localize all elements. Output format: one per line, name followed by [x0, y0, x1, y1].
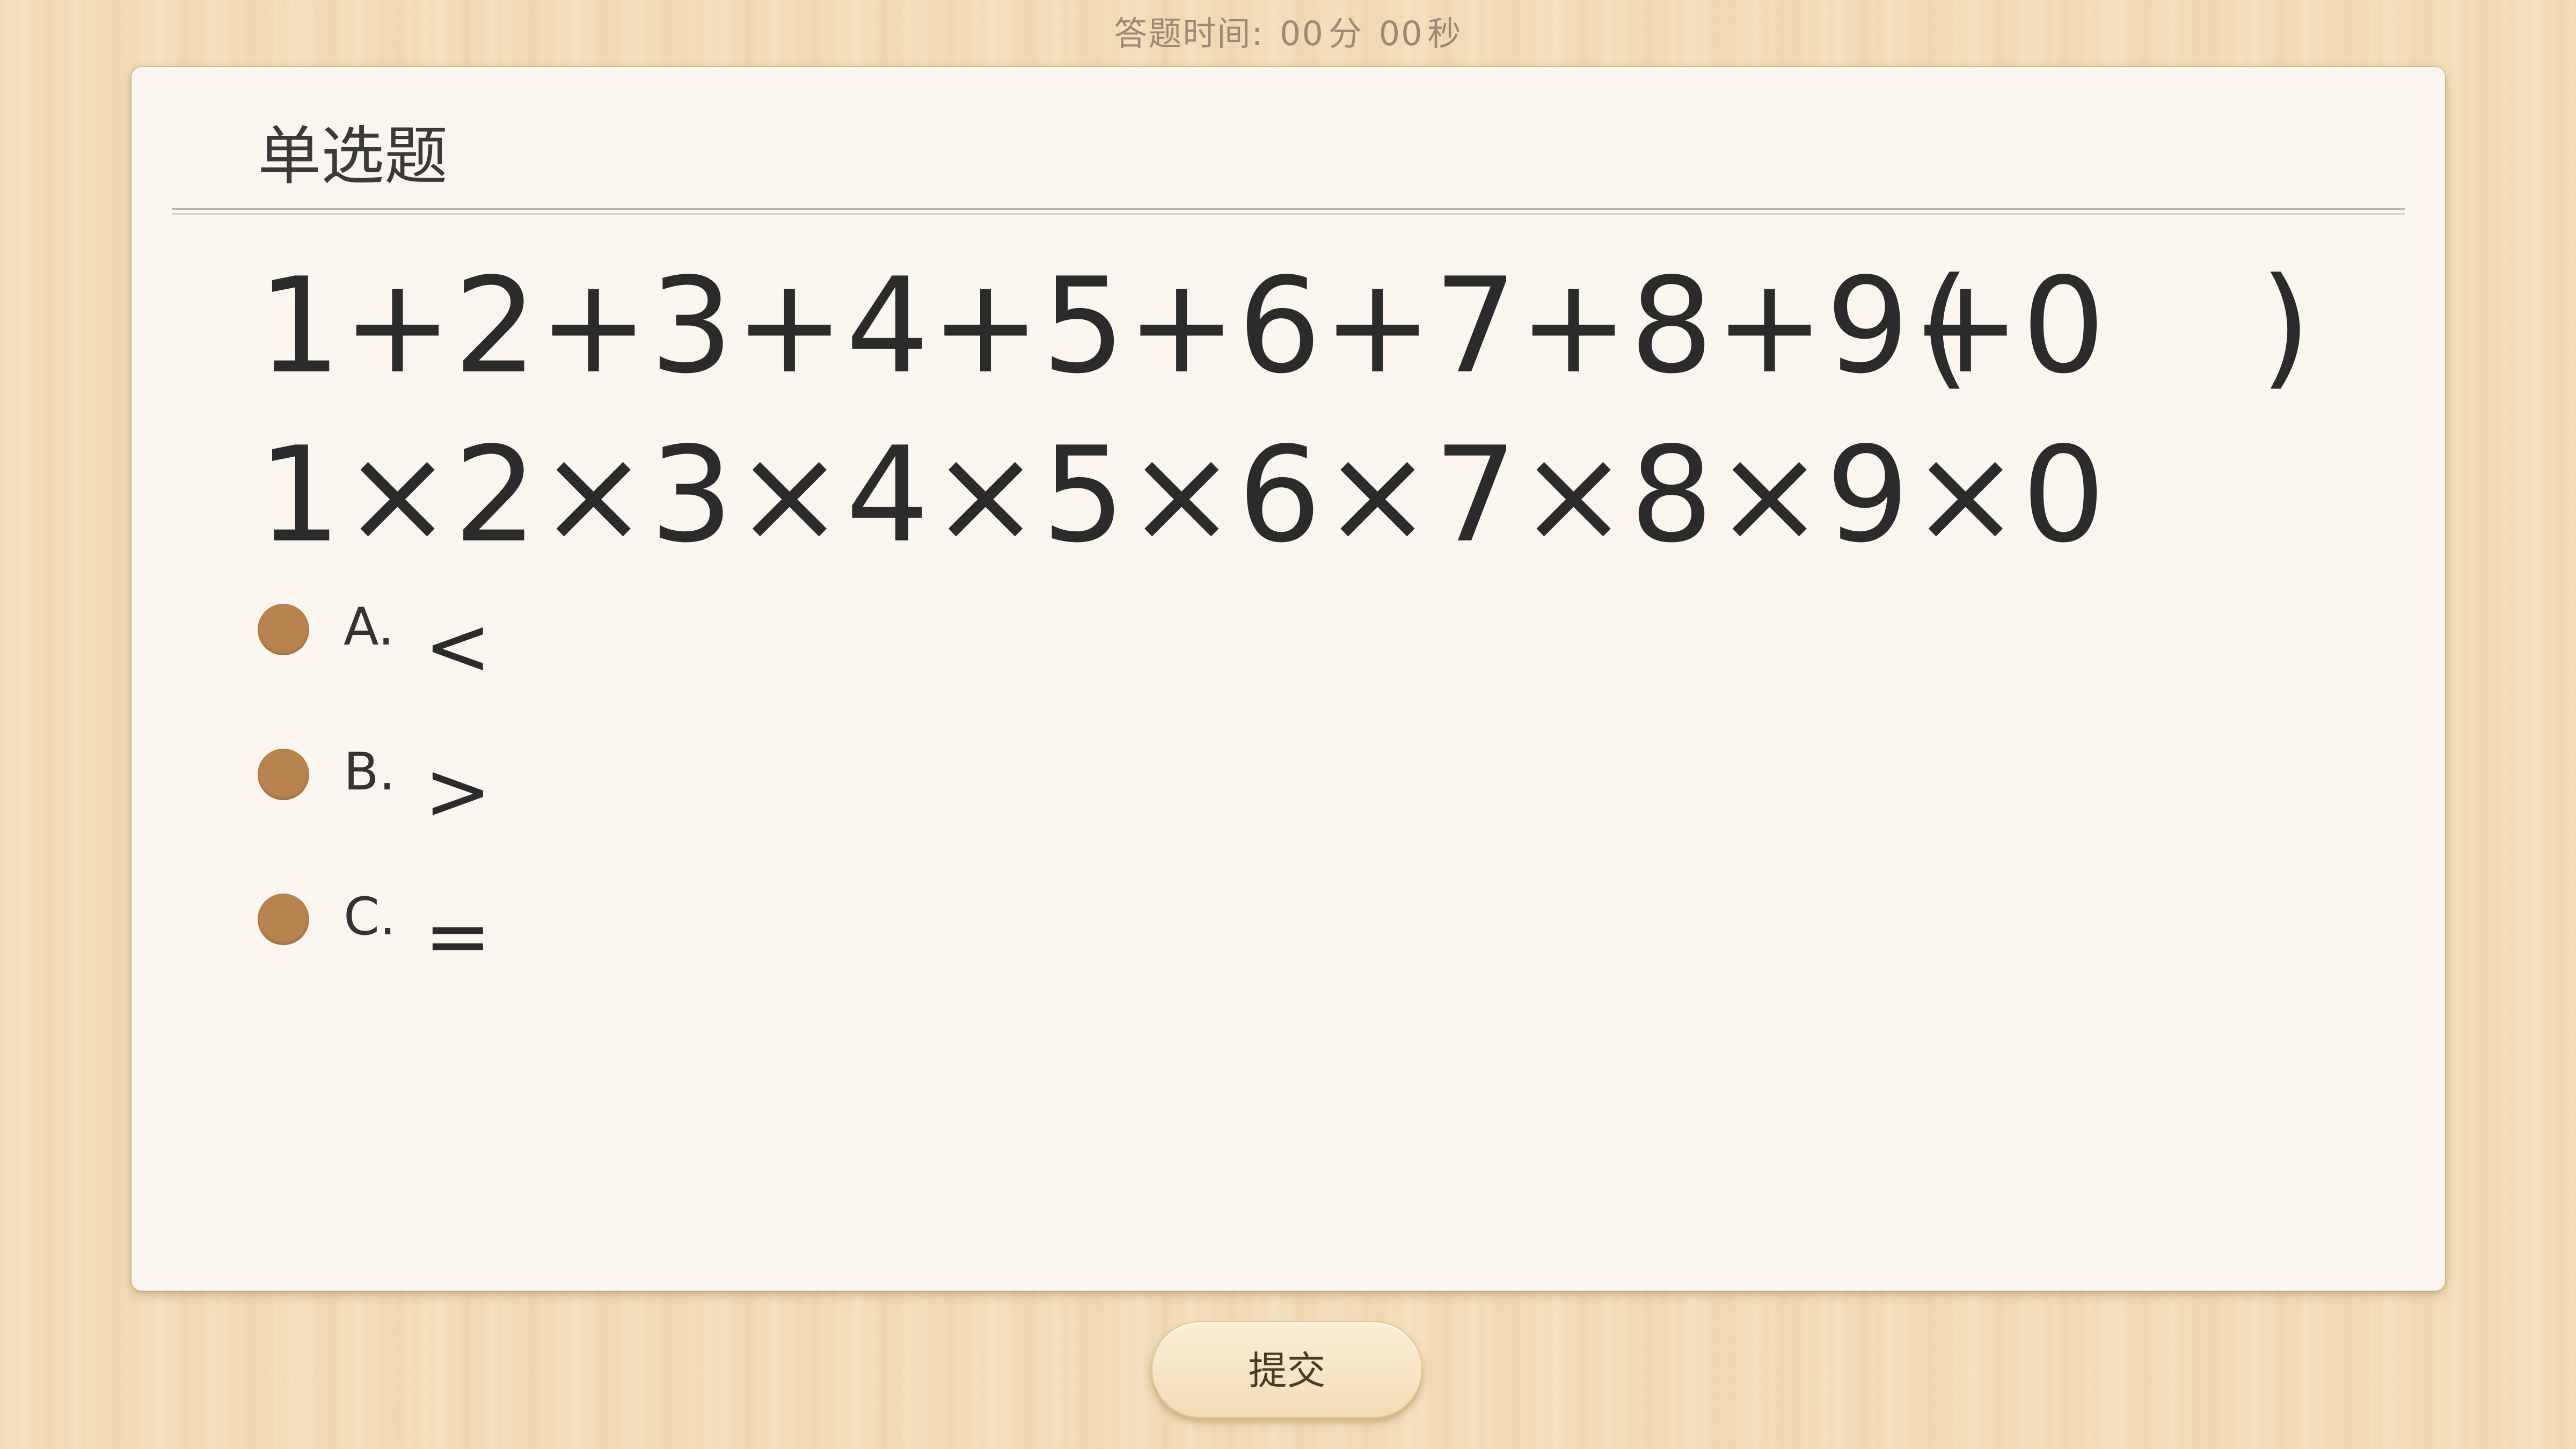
question-card: 单选题 1+2+3+4+5+6+7+8+9+0 ( ) 1×2×3×4×5×6×…: [132, 67, 2445, 1291]
radio-button-a[interactable]: [258, 604, 309, 655]
question-type-title: 单选题: [258, 119, 448, 193]
option-a[interactable]: A. <: [258, 590, 741, 698]
option-a-text: <: [424, 600, 492, 693]
answer-timer: 答题时间: 00 分 00 秒: [0, 6, 2576, 55]
option-b[interactable]: B. >: [258, 735, 741, 843]
option-b-text: >: [424, 745, 492, 838]
radio-button-c[interactable]: [258, 894, 309, 945]
question-expression-sum: 1+2+3+4+5+6+7+8+9+0: [258, 250, 2107, 402]
option-c-letter: C.: [344, 887, 396, 947]
radio-button-b[interactable]: [258, 749, 309, 800]
option-c[interactable]: C. =: [258, 880, 741, 987]
timer-minutes-unit: 分: [1328, 14, 1363, 53]
option-b-letter: B.: [344, 742, 396, 802]
submit-button[interactable]: 提交: [1151, 1321, 1422, 1418]
question-expression-product: 1×2×3×4×5×6×7×8×9×0: [258, 419, 2107, 572]
timer-seconds: 00: [1378, 14, 1424, 53]
option-c-text: =: [424, 890, 492, 983]
title-divider: [172, 208, 2405, 215]
timer-label: 答题时间:: [1114, 14, 1264, 53]
answer-blank-close-paren: ): [2260, 250, 2311, 402]
timer-minutes: 00: [1280, 14, 1324, 53]
answer-blank-open-paren: (: [1919, 250, 1971, 402]
option-a-letter: A.: [344, 597, 395, 657]
timer-seconds-unit: 秒: [1427, 14, 1462, 53]
